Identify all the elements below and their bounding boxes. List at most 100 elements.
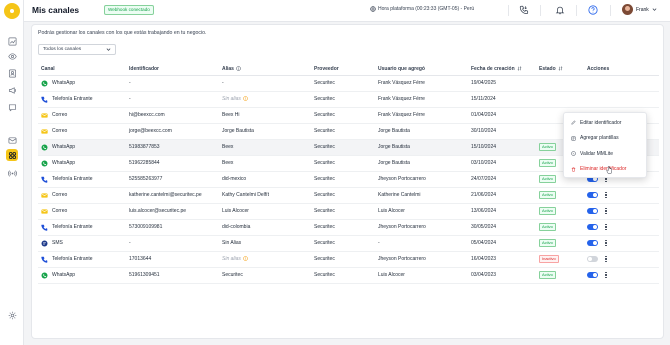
phone-icon [41, 256, 48, 263]
cell-identificador: 573009109981 [126, 219, 219, 236]
eye-nav-item[interactable] [6, 50, 18, 62]
cell-usuario: Luis Alcocer [375, 267, 468, 284]
alias-text: Jorge Bautista [222, 128, 254, 134]
trash-icon [571, 167, 576, 172]
channel-active-toggle[interactable] [587, 272, 598, 278]
more-options-icon[interactable] [604, 191, 608, 199]
chart-icon [8, 37, 17, 46]
cell-alias: Kathy Cantelmi Delfít [219, 187, 311, 204]
cell-usuario: Jheyson Portocarrero [375, 251, 468, 268]
cell-proveedor: Securitec [311, 139, 375, 156]
table-row: WhatsApp - - Securitec Frank Vásquez Férre 19… [38, 75, 659, 92]
megaphone-icon [8, 86, 17, 95]
status-badge: Activo [539, 223, 556, 231]
cell-estado: Activo [536, 267, 584, 284]
cell-fecha: 30/10/2024 [468, 123, 536, 140]
broadcast-nav-item[interactable] [6, 167, 18, 179]
channels-nav-item[interactable] [6, 149, 18, 161]
status-badge: Activo [539, 175, 556, 183]
cell-alias: Jorge Bautista [219, 123, 311, 140]
validate-mmlite-menu-item[interactable]: Validar MMLite [564, 146, 646, 162]
col-usuario-label: Usuario que agregó [378, 65, 425, 72]
channel-filter-select[interactable]: Todos los canales [38, 44, 116, 55]
channel-active-toggle[interactable] [587, 208, 598, 214]
cell-acciones [584, 75, 659, 92]
phone-icon [41, 176, 48, 183]
edit-identifier-menu-item[interactable]: Editar identificador [564, 115, 646, 131]
template-icon [571, 136, 576, 141]
col-fecha-header[interactable]: Fecha de creación [468, 63, 536, 76]
channel-active-toggle[interactable] [587, 224, 598, 230]
help-icon[interactable] [587, 4, 599, 16]
cell-alias: did-mexico [219, 171, 311, 188]
mail-icon [41, 112, 48, 119]
channel-cell: Correo [41, 192, 123, 199]
chart-nav-item[interactable] [6, 35, 18, 47]
cell-proveedor: Securitec [311, 251, 375, 268]
col-estado-header-content: Estado [539, 66, 563, 72]
more-options-icon[interactable] [604, 207, 608, 215]
cell-usuario: Jorge Bautista [375, 155, 468, 172]
sort-icon[interactable] [558, 66, 563, 71]
sidebar [0, 0, 24, 345]
channel-active-toggle[interactable] [587, 192, 598, 198]
whatsapp-icon [41, 79, 48, 87]
cell-fecha: 03/04/2023 [468, 267, 536, 284]
cell-canal: WhatsApp [38, 155, 126, 172]
chat-icon [8, 103, 17, 112]
user-menu[interactable]: Frank [622, 4, 657, 15]
channel-active-toggle[interactable] [587, 240, 598, 246]
bell-icon[interactable] [554, 4, 566, 16]
more-options-icon[interactable] [604, 271, 608, 279]
channel-cell: Correo [41, 208, 123, 215]
table-header-row: Canal Identificador Alias Proveedor Usuario … [38, 63, 659, 76]
col-usuario-header: Usuario que agregó [375, 63, 468, 76]
phone-icon [41, 96, 48, 103]
phone-icon [41, 224, 48, 231]
chat-nav-item[interactable] [6, 101, 18, 113]
channel-name: WhatsApp [52, 144, 76, 150]
delete-identifier-menu-item[interactable]: Eliminar identificador [564, 162, 646, 178]
col-identificador-header-content: Identificador [129, 66, 159, 72]
col-estado-header[interactable]: Estado [536, 63, 584, 76]
cell-alias: Luis Alcocer [219, 203, 311, 220]
row-actions [587, 255, 656, 263]
col-acciones-label: Acciones [587, 65, 610, 72]
more-options-icon[interactable] [604, 255, 608, 263]
warning-icon[interactable] [243, 96, 248, 101]
user-name: Frank [636, 6, 649, 13]
webhook-status-badge: Webhook conectado [104, 5, 154, 15]
warning-icon[interactable] [243, 256, 248, 261]
cell-estado: Activo [536, 219, 584, 236]
cell-fecha: 19/04/2025 [468, 75, 536, 92]
megaphone-nav-item[interactable] [6, 84, 18, 96]
channel-active-toggle[interactable] [587, 256, 598, 262]
brand-logo[interactable] [4, 3, 20, 19]
cell-usuario: Jheyson Portocarrero [375, 171, 468, 188]
inbox-nav-item[interactable] [6, 134, 18, 146]
contact-card-nav-item[interactable] [6, 67, 18, 79]
channel-cell: WhatsApp [41, 143, 123, 151]
cell-estado [536, 75, 584, 92]
row-actions [587, 239, 656, 247]
sort-icon[interactable] [517, 66, 522, 71]
settings-nav-item[interactable] [6, 309, 18, 321]
more-options-icon[interactable] [604, 239, 608, 247]
chevron-down-icon [106, 47, 111, 52]
cell-usuario: Jorge Bautista [375, 139, 468, 156]
phone-status-icon[interactable] [518, 4, 530, 16]
cell-canal: Telefonía Entrante [38, 171, 126, 188]
more-options-icon[interactable] [604, 223, 608, 231]
add-templates-menu-item[interactable]: Agregar plantillas [564, 131, 646, 147]
cell-fecha: 15/11/2024 [468, 91, 536, 108]
cell-alias: Sin alias [219, 91, 311, 108]
info-icon[interactable] [236, 66, 241, 71]
chevron-down-icon [652, 7, 657, 12]
col-proveedor-header: Proveedor [311, 63, 375, 76]
mail-icon [41, 192, 48, 199]
col-usuario-header-content: Usuario que agregó [378, 66, 425, 72]
cell-canal: Correo [38, 187, 126, 204]
cell-usuario: Luis Alcocer [375, 203, 468, 220]
cell-proveedor: Securitec [311, 123, 375, 140]
cell-estado: Activo [536, 203, 584, 220]
